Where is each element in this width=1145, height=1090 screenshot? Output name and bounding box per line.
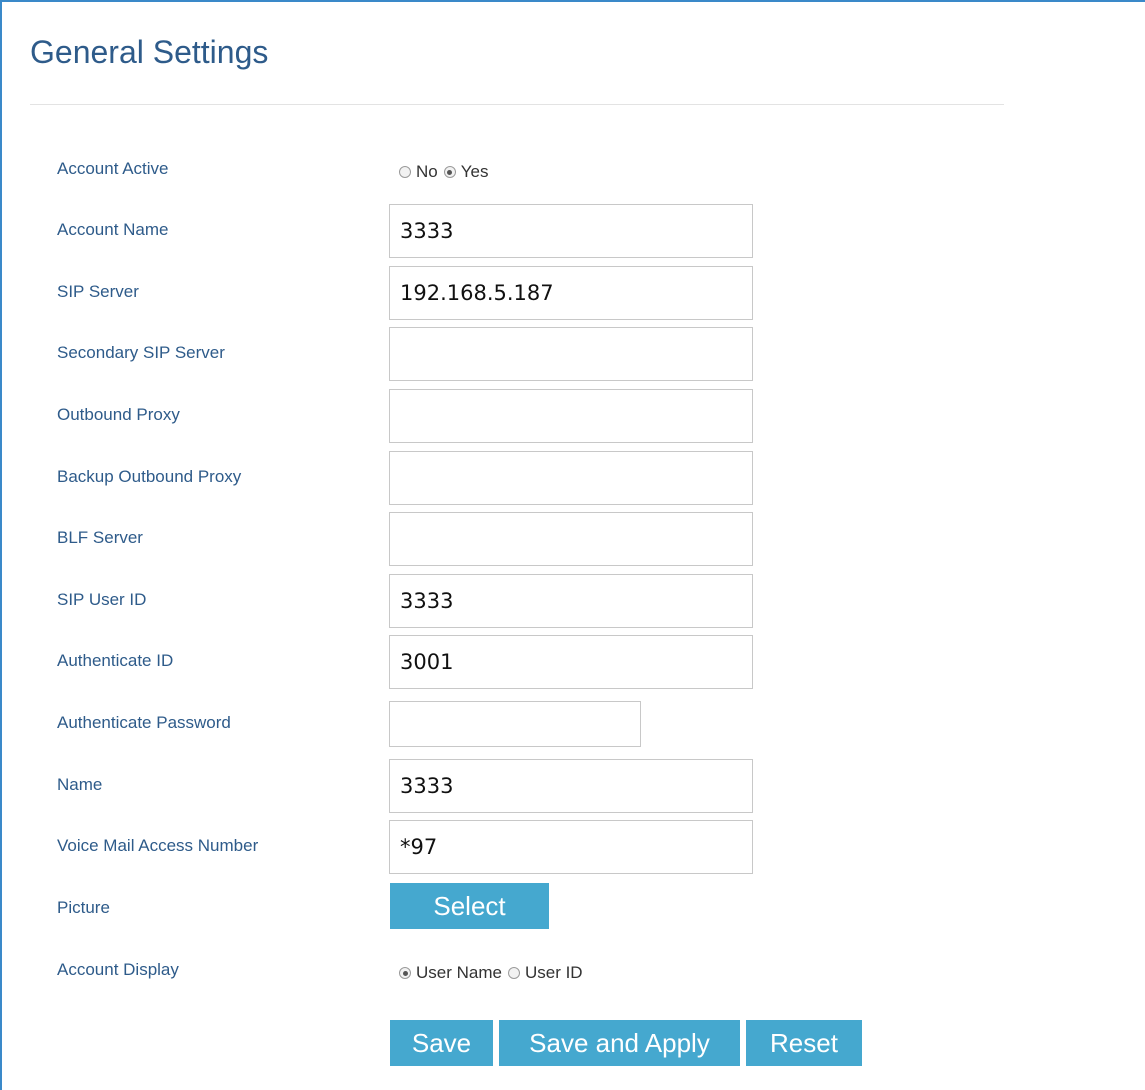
sip-server-label: SIP Server (57, 282, 139, 301)
account-display-user-name-label[interactable]: User Name (416, 963, 502, 983)
title-divider (30, 104, 1004, 105)
authenticate-id-label: Authenticate ID (57, 651, 174, 670)
account-active-radio-group: No Yes (399, 162, 494, 182)
select-picture-button[interactable]: Select (390, 883, 549, 929)
account-active-label: Account Active (57, 159, 169, 178)
outbound-proxy-input[interactable] (389, 389, 753, 443)
settings-panel: General Settings Account Active No Yes A… (0, 0, 1145, 1090)
authenticate-password-label: Authenticate Password (57, 713, 231, 732)
account-name-label: Account Name (57, 220, 169, 239)
account-display-user-id-label[interactable]: User ID (525, 963, 583, 983)
account-name-input[interactable] (389, 204, 753, 258)
secondary-sip-server-input[interactable] (389, 327, 753, 381)
authenticate-id-input[interactable] (389, 635, 753, 689)
account-active-yes-label[interactable]: Yes (461, 162, 489, 182)
account-display-radio-group: User Name User ID (399, 963, 589, 983)
backup-outbound-proxy-input[interactable] (389, 451, 753, 505)
name-input[interactable] (389, 759, 753, 813)
page-title: General Settings (30, 34, 269, 70)
sip-user-id-label: SIP User ID (57, 590, 147, 609)
voice-mail-access-number-label: Voice Mail Access Number (57, 836, 259, 855)
sip-user-id-input[interactable] (389, 574, 753, 628)
save-button[interactable]: Save (390, 1020, 493, 1066)
backup-outbound-proxy-label: Backup Outbound Proxy (57, 467, 242, 486)
sip-server-input[interactable] (389, 266, 753, 320)
save-and-apply-button[interactable]: Save and Apply (499, 1020, 740, 1066)
account-active-no-radio[interactable] (399, 166, 411, 178)
blf-server-input[interactable] (389, 512, 753, 566)
account-display-user-name-radio[interactable] (399, 967, 411, 979)
blf-server-label: BLF Server (57, 528, 143, 547)
voice-mail-access-number-input[interactable] (389, 820, 753, 874)
account-display-label: Account Display (57, 960, 179, 979)
name-label: Name (57, 775, 103, 794)
secondary-sip-server-label: Secondary SIP Server (57, 343, 225, 362)
account-display-user-id-radio[interactable] (507, 967, 520, 979)
authenticate-password-input[interactable] (389, 701, 641, 747)
account-active-no-label[interactable]: No (416, 162, 438, 182)
outbound-proxy-label: Outbound Proxy (57, 405, 180, 424)
account-active-yes-radio[interactable] (443, 166, 456, 178)
picture-label: Picture (57, 898, 110, 917)
reset-button[interactable]: Reset (746, 1020, 862, 1066)
